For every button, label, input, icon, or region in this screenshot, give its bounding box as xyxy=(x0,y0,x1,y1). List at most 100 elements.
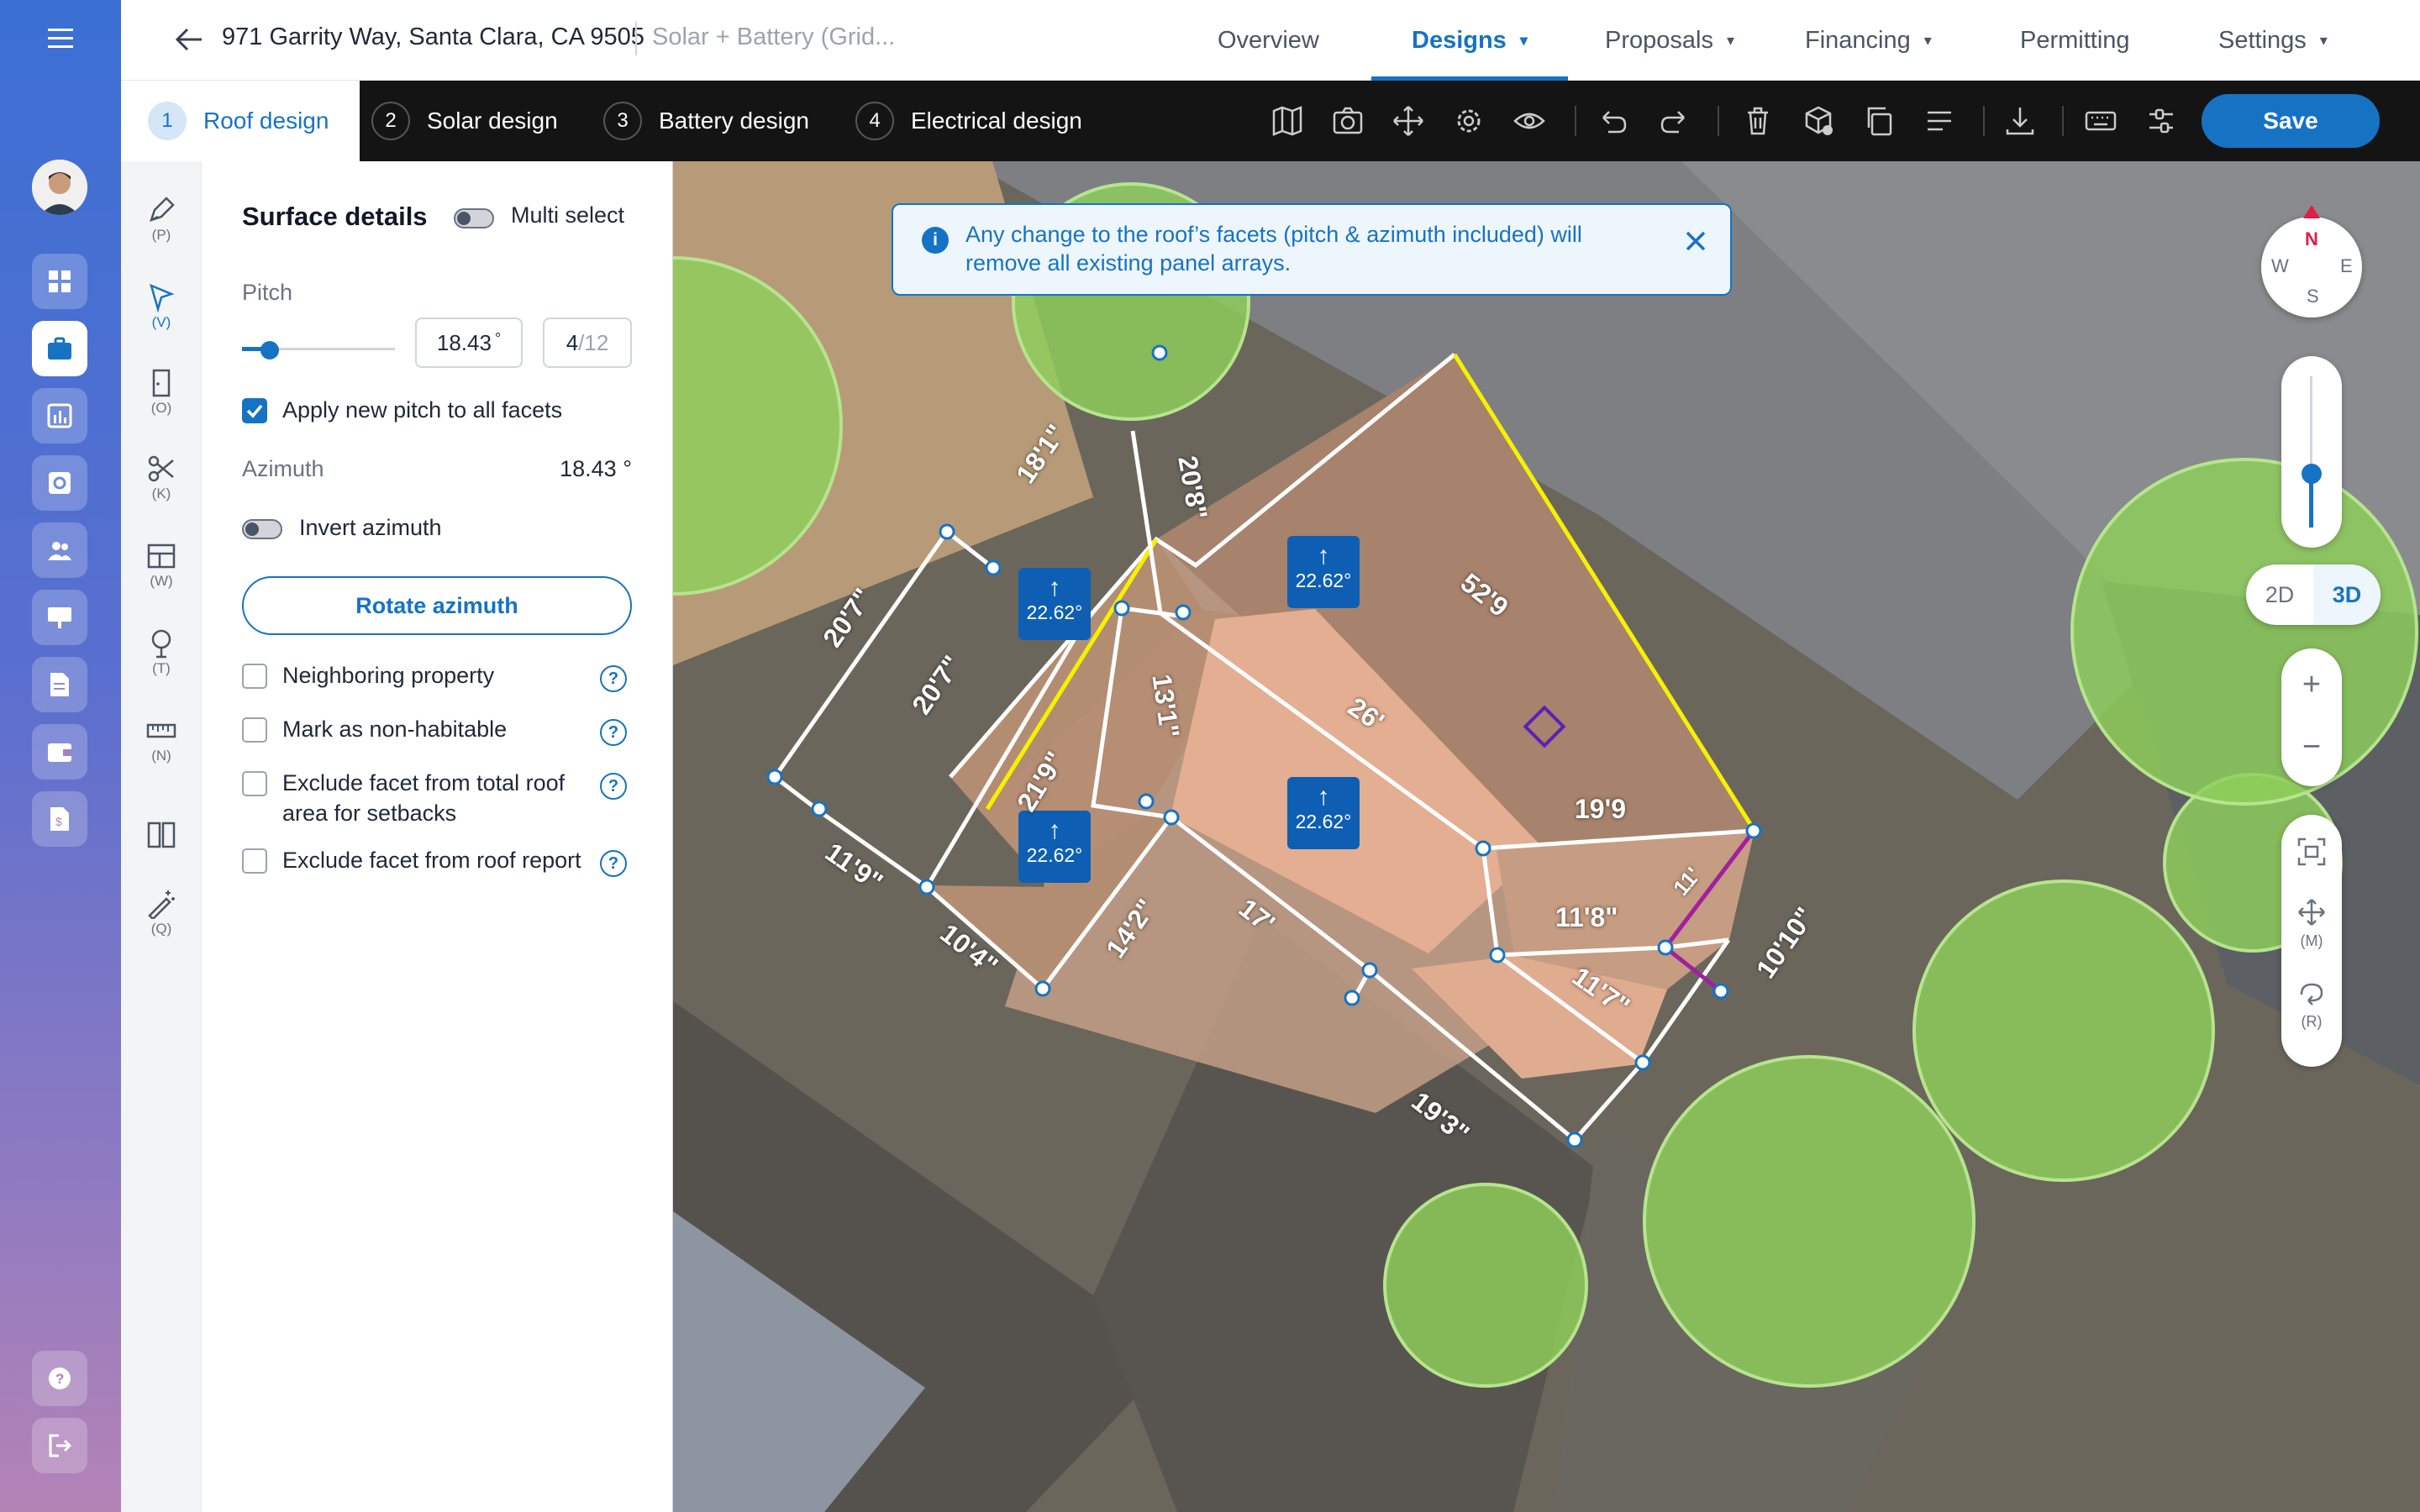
help-circle-icon[interactable]: ? xyxy=(600,850,627,877)
tilt-slider[interactable] xyxy=(2281,356,2342,548)
nav-overview[interactable]: Overview xyxy=(1218,0,1319,81)
vertex-handle[interactable] xyxy=(939,523,955,540)
cube-clock-icon[interactable] xyxy=(1802,104,1835,138)
vertex-handle[interactable] xyxy=(1712,983,1729,1000)
pitch-ratio-input[interactable]: 4 /12 xyxy=(543,318,632,368)
eye-icon[interactable] xyxy=(1512,104,1546,138)
help-circle-icon[interactable]: ? xyxy=(600,719,627,746)
help-circle-icon[interactable]: ? xyxy=(600,665,627,692)
sliders-icon[interactable] xyxy=(2144,104,2178,138)
dashboard-icon[interactable] xyxy=(32,254,87,309)
rotate-map-icon[interactable] xyxy=(2296,978,2327,1008)
pitch-slider[interactable] xyxy=(242,341,395,360)
window-tool[interactable]: (W) xyxy=(121,541,202,590)
back-arrow-icon[interactable] xyxy=(175,27,203,52)
zoom-in-button[interactable]: + xyxy=(2281,655,2342,714)
settings-gear-icon[interactable] xyxy=(32,455,87,511)
vertex-handle[interactable] xyxy=(1489,947,1506,963)
step-solar-design[interactable]: 2 Solar design xyxy=(371,81,558,161)
obstruction-tool[interactable]: (O) xyxy=(121,368,202,417)
gear-icon[interactable] xyxy=(1452,104,1486,138)
nav-permitting[interactable]: Permitting xyxy=(2020,0,2130,81)
view-mode-toggle[interactable]: 2D 3D xyxy=(2246,564,2381,625)
billboard-icon[interactable] xyxy=(32,590,87,645)
apply-all-checkbox[interactable] xyxy=(242,398,267,423)
vertex-handle[interactable] xyxy=(1138,793,1155,810)
roof-drawing[interactable] xyxy=(673,161,2420,1512)
undo-icon[interactable] xyxy=(1597,104,1630,138)
select-tool[interactable]: (V) xyxy=(121,282,202,331)
view-3d-button[interactable]: 3D xyxy=(2313,564,2381,625)
vertex-handle[interactable] xyxy=(1163,809,1180,826)
nav-designs[interactable]: Designs ▾ xyxy=(1371,0,1568,81)
tree-tool[interactable]: (T) xyxy=(121,628,202,677)
step-electrical-design[interactable]: 4 Electrical design xyxy=(855,81,1082,161)
fit-view-icon[interactable] xyxy=(2296,837,2327,867)
align-lines-icon[interactable] xyxy=(1923,104,1956,138)
zoom-out-button[interactable]: − xyxy=(2281,717,2342,776)
facet-pitch-badge[interactable]: ↑ 22.62° xyxy=(1018,568,1091,640)
wallet-icon[interactable] xyxy=(32,724,87,780)
analytics-icon[interactable] xyxy=(32,388,87,444)
magic-wand-tool[interactable]: (Q) xyxy=(121,889,202,937)
vertex-handle[interactable] xyxy=(811,801,828,817)
help-icon[interactable]: ? xyxy=(32,1351,87,1406)
nav-settings[interactable]: Settings ▾ xyxy=(2218,0,2328,81)
compass[interactable]: N W E S xyxy=(2261,205,2362,318)
vertex-handle[interactable] xyxy=(1361,962,1378,979)
cut-tool[interactable]: (K) xyxy=(121,454,202,502)
move-map-icon[interactable] xyxy=(2296,897,2327,927)
vertex-handle[interactable] xyxy=(1151,344,1168,361)
facet-pitch-badge[interactable]: ↑ 22.62° xyxy=(1287,536,1360,608)
keyboard-icon[interactable] xyxy=(2084,104,2118,138)
download-icon[interactable] xyxy=(2003,104,2037,138)
vertex-handle[interactable] xyxy=(1175,604,1192,621)
facet-pitch-badge[interactable]: ↑ 22.62° xyxy=(1287,777,1360,849)
split-view-tool[interactable] xyxy=(121,820,202,850)
close-icon[interactable] xyxy=(1683,228,1708,254)
satellite-map-canvas[interactable]: ↑ 22.62° ↑ 22.62° ↑ 22.62° ↑ 22.62° 18'1… xyxy=(673,161,2420,1512)
vertex-handle[interactable] xyxy=(1344,990,1360,1006)
vertex-handle[interactable] xyxy=(985,559,1002,576)
tree-circle[interactable] xyxy=(1643,1055,1975,1388)
user-avatar[interactable] xyxy=(32,160,87,215)
exclude-report-checkbox[interactable] xyxy=(242,848,267,874)
vertex-handle[interactable] xyxy=(1634,1054,1651,1071)
copy-icon[interactable] xyxy=(1862,104,1896,138)
vertex-handle[interactable] xyxy=(1113,600,1130,617)
vertex-handle[interactable] xyxy=(1745,822,1762,839)
tree-circle[interactable] xyxy=(2070,458,2418,806)
tree-circle[interactable] xyxy=(1383,1183,1588,1388)
menu-icon[interactable] xyxy=(48,29,73,49)
tilt-slider-thumb[interactable] xyxy=(2302,464,2322,484)
team-icon[interactable] xyxy=(32,522,87,578)
facet-pitch-badge[interactable]: ↑ 22.62° xyxy=(1018,811,1091,883)
rotate-azimuth-button[interactable]: Rotate azimuth xyxy=(242,576,632,635)
projects-briefcase-icon[interactable] xyxy=(32,321,87,376)
vertex-handle[interactable] xyxy=(1034,980,1051,997)
pitch-slider-thumb[interactable] xyxy=(260,341,279,360)
vertex-handle[interactable] xyxy=(918,879,935,895)
pitch-degree-input[interactable]: 18.43 ° xyxy=(415,318,523,368)
document-icon[interactable] xyxy=(32,657,87,712)
nav-financing[interactable]: Financing ▾ xyxy=(1805,0,1932,81)
nav-proposals[interactable]: Proposals ▾ xyxy=(1605,0,1734,81)
invoice-icon[interactable]: $ xyxy=(32,791,87,847)
move-arrows-icon[interactable] xyxy=(1392,104,1425,138)
view-2d-button[interactable]: 2D xyxy=(2246,564,2313,625)
logout-icon[interactable] xyxy=(32,1418,87,1473)
camera-icon[interactable] xyxy=(1331,104,1365,138)
step-battery-design[interactable]: 3 Battery design xyxy=(603,81,809,161)
exclude-setbacks-checkbox[interactable] xyxy=(242,771,267,796)
redo-icon[interactable] xyxy=(1657,104,1691,138)
multi-select-toggle[interactable] xyxy=(454,208,494,228)
non-habitable-checkbox[interactable] xyxy=(242,717,267,743)
vertex-handle[interactable] xyxy=(1475,840,1491,857)
vertex-handle[interactable] xyxy=(766,769,783,785)
step-roof-design[interactable]: 1 Roof design xyxy=(121,81,360,161)
tree-circle[interactable] xyxy=(1912,879,2215,1182)
vertex-handle[interactable] xyxy=(1566,1131,1583,1148)
help-circle-icon[interactable]: ? xyxy=(600,773,627,800)
save-button[interactable]: Save xyxy=(2202,94,2380,148)
pen-tool[interactable]: (P) xyxy=(121,195,202,244)
